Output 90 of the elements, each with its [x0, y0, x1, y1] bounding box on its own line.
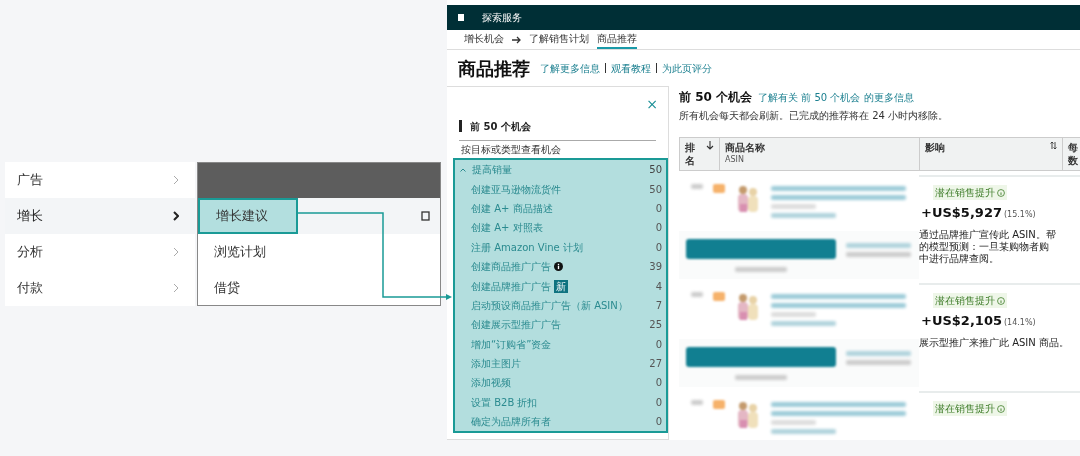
category-count: 0 — [655, 395, 662, 410]
blurred-text — [771, 204, 816, 209]
chevron-icon — [173, 211, 179, 221]
page-title: 商品推荐 — [458, 56, 530, 81]
category-count: 27 — [649, 357, 662, 372]
blurred-text — [846, 360, 911, 365]
category-link[interactable]: 创建商品推广广告 — [471, 259, 551, 275]
top-bar-title: 探索服务 — [482, 11, 522, 25]
blurred-text — [846, 243, 911, 248]
category-count: 39 — [649, 260, 662, 275]
category-count: 4 — [655, 279, 662, 294]
category-header[interactable]: 提高销量 50 — [455, 160, 666, 180]
chevron-icon — [173, 247, 179, 257]
description-text: 展示型推广来推广此 ASIN 商品。 — [919, 337, 1070, 349]
section-heading: 前 50 个机会 — [679, 89, 753, 106]
blurred-rank — [691, 184, 703, 189]
category-link[interactable]: 注册 Amazon Vine 计划 — [471, 239, 583, 255]
column-subheader: ASIN — [725, 154, 745, 166]
category-count: 0 — [655, 221, 662, 236]
breadcrumb-link[interactable]: 了解销售计划 — [529, 30, 589, 49]
impact-value: +US$2,105 — [921, 312, 1002, 330]
sort-icon[interactable] — [706, 141, 714, 150]
category-count: 0 — [655, 376, 662, 391]
sort-icon[interactable] — [1050, 141, 1057, 150]
category-link[interactable]: 创建品牌推广广告 — [471, 278, 551, 294]
learn-more-link[interactable]: 了解有关 前 50 个机会 的更多信息 — [758, 90, 914, 105]
menu-item[interactable]: 增长 — [5, 198, 195, 234]
chevron-icon — [173, 175, 179, 185]
blurred-text — [771, 321, 836, 326]
tag-icon — [713, 292, 725, 301]
category-link[interactable]: 添加主图片 — [471, 356, 521, 372]
category-count: 25 — [649, 318, 662, 333]
column-header[interactable]: 影响 — [925, 141, 945, 154]
impact-badge: 潜在销售提升 — [933, 401, 1007, 416]
description-text: 通过品牌推广宣传此 ASIN。帮 — [919, 229, 1057, 241]
bookmark-icon[interactable] — [421, 211, 430, 221]
category-link[interactable]: 创建 A+ 商品描述 — [471, 200, 553, 216]
blurred-text — [771, 312, 816, 317]
tag-icon — [713, 184, 725, 193]
description-text: 的模型预测：一旦某购物者购 — [919, 241, 1050, 253]
column-header[interactable]: 每数 — [1068, 141, 1079, 167]
submenu-item[interactable]: 增长建议 — [198, 198, 298, 234]
category-link[interactable]: 增加“订购省”资金 — [471, 336, 552, 352]
category-link[interactable]: 创建展示型推广广告 — [471, 317, 561, 333]
category-count: 50 — [649, 182, 662, 197]
description-text: 中进行品牌查阅。 — [919, 253, 1000, 265]
close-button[interactable]: × — [646, 97, 658, 117]
category-link[interactable]: 确定为品牌所有者 — [471, 414, 551, 430]
category-count: 0 — [655, 201, 662, 216]
submenu-item[interactable]: 借贷 — [198, 270, 256, 306]
impact-change: (15.1%) — [1004, 209, 1036, 221]
section-title: 前 50 个机会 — [470, 119, 531, 134]
blurred-text — [735, 375, 787, 380]
new-badge: 新 — [554, 279, 568, 293]
blurred-text — [846, 351, 911, 356]
category-link[interactable]: 创建 A+ 对照表 — [471, 220, 543, 236]
blurred-rank — [691, 292, 703, 297]
category-count: 0 — [655, 415, 662, 430]
impact-badge: 潜在销售提升 — [933, 293, 1007, 308]
column-header[interactable]: 商品名称 — [725, 141, 765, 154]
category-link[interactable]: 添加视频 — [471, 375, 511, 391]
submenu-item[interactable]: 浏览计划 — [198, 234, 282, 270]
column-header[interactable]: 排名 — [685, 141, 696, 167]
header-link[interactable]: 了解更多信息 — [540, 60, 600, 76]
blurred-text — [846, 252, 911, 257]
header-link[interactable]: 为此页评分 — [662, 60, 712, 76]
category-count: 0 — [655, 337, 662, 352]
category-count: 7 — [655, 298, 662, 313]
header-link[interactable]: 观看教程 — [611, 60, 651, 76]
breadcrumb-link[interactable]: 商品推荐 — [597, 30, 637, 49]
blurred-rank — [691, 400, 703, 405]
filter-subtitle: 按目标或类型查看机会 — [460, 143, 562, 157]
breadcrumb-link[interactable]: 增长机会 — [464, 30, 504, 49]
blurred-text — [771, 429, 836, 434]
category-link[interactable]: 创建亚马逊物流货件 — [471, 181, 561, 197]
blurred-text — [771, 213, 836, 218]
impact-badge: 潜在销售提升 — [933, 185, 1007, 200]
category-count: 0 — [655, 240, 662, 255]
category-link[interactable]: 设置 B2B 折扣 — [471, 394, 538, 410]
blurred-text — [771, 420, 816, 425]
impact-value: +US$5,927 — [921, 204, 1002, 222]
category-link[interactable]: 启动预设商品推广广告（新 ASIN） — [471, 297, 628, 313]
arrow-icon — [512, 35, 521, 44]
blurred-text — [735, 267, 787, 272]
refresh-note: 所有机会每天都会刷新。已完成的推荐将在 24 小时内移除。 — [679, 109, 950, 123]
section-marker — [459, 120, 462, 132]
caret-icon — [460, 167, 466, 172]
chevron-icon — [173, 283, 179, 293]
tag-icon — [713, 400, 725, 409]
impact-change: (14.1%) — [1004, 317, 1036, 329]
